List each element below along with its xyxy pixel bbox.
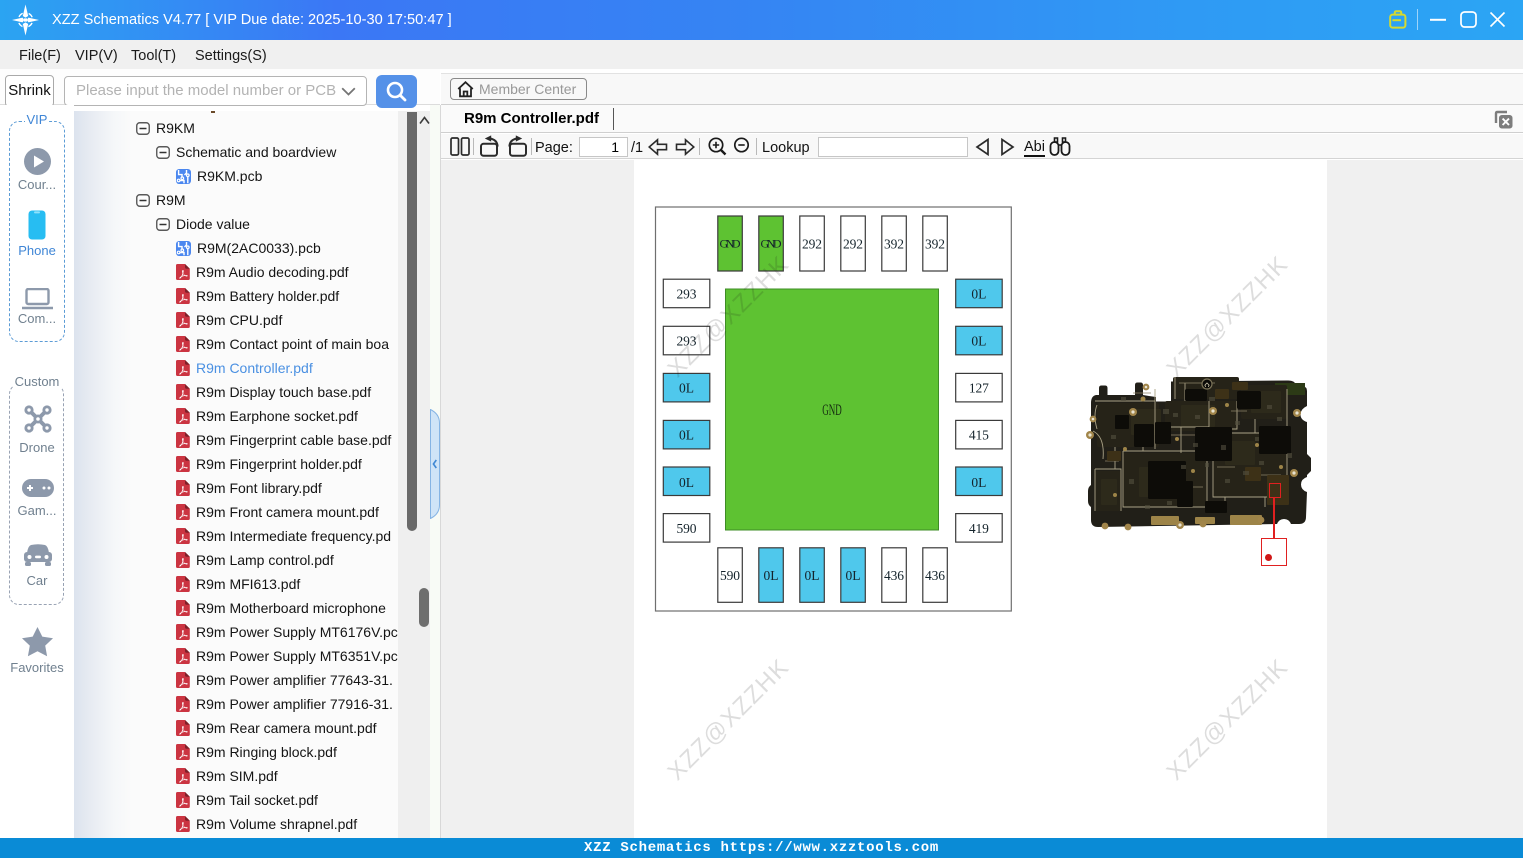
- svg-text:127: 127: [969, 381, 989, 396]
- svg-text:419: 419: [969, 521, 989, 536]
- svg-text:0L: 0L: [679, 475, 694, 490]
- svg-text:292: 292: [802, 237, 822, 252]
- svg-text:392: 392: [884, 237, 904, 252]
- svg-text:0L: 0L: [764, 568, 779, 583]
- svg-text:293: 293: [677, 286, 697, 301]
- svg-text:292: 292: [843, 237, 863, 252]
- svg-text:GND: GND: [720, 237, 741, 251]
- svg-text:0L: 0L: [679, 428, 694, 443]
- svg-text:436: 436: [925, 568, 945, 583]
- svg-text:0L: 0L: [805, 568, 820, 583]
- svg-text:590: 590: [720, 568, 740, 583]
- svg-text:590: 590: [677, 521, 697, 536]
- svg-text:GND: GND: [822, 402, 842, 419]
- svg-text:0L: 0L: [971, 286, 986, 301]
- svg-text:0L: 0L: [971, 334, 986, 349]
- svg-text:GND: GND: [761, 237, 782, 251]
- svg-text:0L: 0L: [846, 568, 861, 583]
- svg-text:415: 415: [969, 428, 989, 443]
- svg-text:0L: 0L: [971, 475, 986, 490]
- svg-text:392: 392: [925, 237, 945, 252]
- svg-text:436: 436: [884, 568, 904, 583]
